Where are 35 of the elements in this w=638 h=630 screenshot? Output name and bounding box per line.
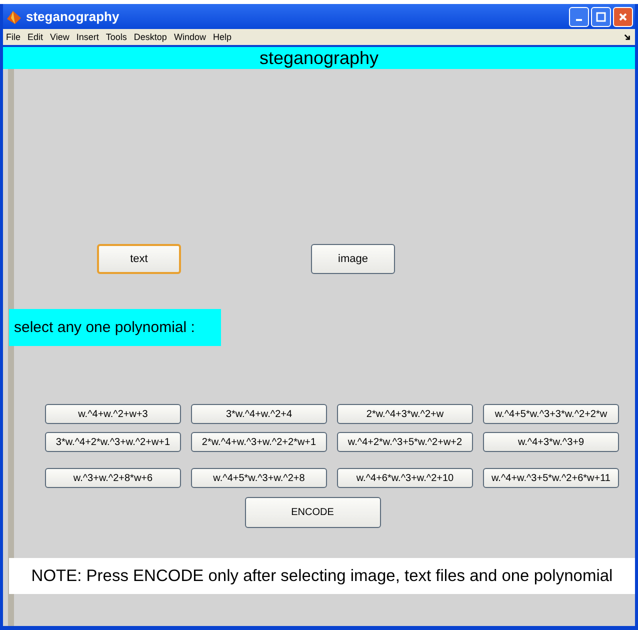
polynomial-button[interactable]: w.^3+w.^2+8*w+6: [45, 468, 181, 488]
window-title: steganography: [26, 9, 120, 24]
file-button[interactable]: text: [97, 244, 181, 274]
polynomial-button[interactable]: 2*w.^4+3*w.^2+w: [337, 404, 473, 424]
polynomial-button[interactable]: w.^4+3*w.^3+9: [483, 432, 619, 452]
header-title: steganography: [3, 47, 635, 69]
encode-button[interactable]: ENCODE: [244, 497, 380, 528]
polynomial-button[interactable]: w.^4+w.^3+5*w.^2+6*w+11: [483, 468, 619, 488]
prompt-label: select any one polynomial :: [9, 309, 221, 346]
note-text: NOTE: Press ENCODE only after selecting image, text files and one polynomial: [9, 558, 635, 594]
close-button[interactable]: [613, 6, 633, 26]
menu-item[interactable]: Desktop: [134, 32, 167, 42]
menu-item[interactable]: Help: [212, 32, 232, 42]
app-logo-icon: [6, 8, 22, 24]
dock-arrow-icon[interactable]: [624, 34, 631, 40]
polynomial-button[interactable]: w.^4+5*w.^3+w.^2+8: [191, 468, 327, 488]
polynomial-button[interactable]: 3*w.^4+w.^2+4: [191, 404, 327, 424]
minimize-button[interactable]: [569, 6, 589, 26]
polynomial-button[interactable]: w.^4+6*w.^3+w.^2+10: [337, 468, 473, 488]
close-icon: [618, 12, 628, 22]
menu-item[interactable]: Edit: [28, 32, 44, 42]
maximize-button[interactable]: [591, 6, 611, 26]
polynomial-button[interactable]: w.^4+w.^2+w+3: [45, 404, 181, 424]
menu-item[interactable]: Insert: [76, 32, 99, 42]
menu-item[interactable]: Window: [174, 32, 206, 42]
polynomial-button[interactable]: w.^4+2*w.^3+5*w.^2+w+2: [337, 432, 473, 452]
minimize-icon: [576, 18, 582, 20]
polynomial-button[interactable]: w.^4+5*w.^3+3*w.^2+2*w: [483, 404, 619, 424]
polynomial-button[interactable]: 3*w.^4+2*w.^3+w.^2+w+1: [45, 432, 181, 452]
menu-item[interactable]: Tools: [106, 32, 127, 42]
menu-item[interactable]: View: [50, 32, 70, 42]
polynomial-button[interactable]: 2*w.^4+w.^3+w.^2+2*w+1: [191, 432, 327, 452]
maximize-icon: [596, 12, 606, 22]
file-button[interactable]: image: [311, 244, 395, 274]
menu-item[interactable]: File: [6, 32, 21, 42]
